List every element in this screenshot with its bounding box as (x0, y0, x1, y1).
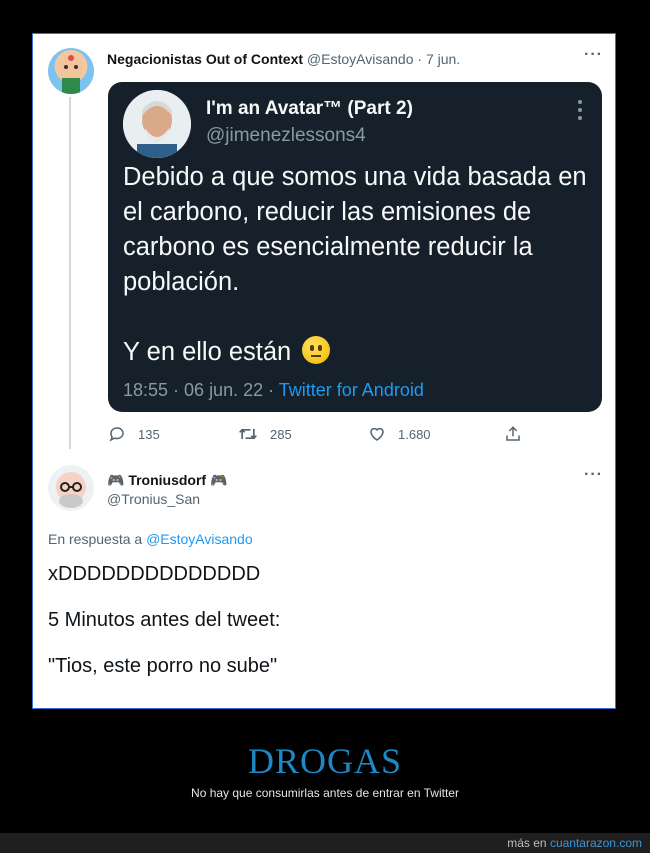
avatar[interactable] (48, 48, 94, 94)
reply-tweet-text: xDDDDDDDDDDDDDD 5 Minutos antes del twee… (48, 562, 280, 700)
tweet-header: Negacionistas Out of Context @EstoyAvisa… (107, 51, 460, 67)
quoted-tweet-card[interactable]: I'm an Avatar™ (Part 2) @jimenezlessons4… (108, 82, 602, 412)
separator: · (417, 51, 423, 67)
tweet-actions: 135 285 1.680 (108, 425, 608, 445)
like-button[interactable]: 1.680 (368, 425, 431, 443)
display-name[interactable]: 🎮 Troniusdorf 🎮 (107, 472, 227, 489)
reply-context: En respuesta a @EstoyAvisando (48, 531, 253, 547)
share-icon (506, 426, 520, 441)
retweet-button[interactable]: 285 (238, 425, 292, 443)
reply-count: 135 (138, 426, 160, 442)
more-icon[interactable]: ··· (584, 466, 603, 484)
screenshot-frame: Negacionistas Out of Context @EstoyAvisa… (32, 33, 616, 709)
tweet-line: xDDDDDDDDDDDDDD (48, 563, 261, 585)
display-name[interactable]: Negacionistas Out of Context (107, 51, 303, 67)
quoted-paragraph: Debido a que somos una vida basada en el… (123, 163, 587, 296)
caption-subtitle: No hay que consumirlas antes de entrar e… (191, 786, 459, 800)
neutral-face-emoji-icon (302, 336, 331, 364)
retweet-icon (239, 428, 257, 440)
avatar-illustration (56, 472, 86, 508)
site-link[interactable]: cuantarazon.com (550, 836, 642, 850)
more-icon[interactable]: ··· (584, 46, 603, 64)
footer-prefix: más en (507, 836, 550, 850)
quoted-avatar[interactable] (123, 90, 191, 158)
footer-text: más en cuantarazon.com (507, 836, 642, 850)
user-handle[interactable]: @EstoyAvisando (307, 51, 414, 67)
quoted-display-name[interactable]: I'm an Avatar™ (Part 2) (206, 98, 413, 120)
reply-handle-link[interactable]: @EstoyAvisando (146, 531, 253, 547)
user-handle[interactable]: @Tronius_San (107, 491, 200, 507)
reply-icon (109, 427, 124, 442)
quoted-paragraph-2: Y en ello están (123, 335, 593, 370)
kebab-menu-icon[interactable] (578, 100, 582, 124)
tweet-date[interactable]: 7 jun. (426, 51, 460, 67)
caption-title: DROGAS (247, 741, 403, 781)
quoted-avatar-illustration (123, 90, 191, 158)
quoted-paragraph-text: Y en ello están (123, 338, 292, 366)
like-count: 1.680 (398, 426, 431, 442)
tweet-line: 5 Minutos antes del tweet: (48, 609, 281, 631)
quoted-tweet-meta: 18:55 · 06 jun. 22 · Twitter for Android (123, 380, 424, 401)
quoted-user-handle[interactable]: @jimenezlessons4 (206, 125, 366, 147)
reply-prefix: En respuesta a (48, 531, 147, 547)
heart-icon (370, 427, 384, 441)
quoted-tweet-text: Debido a que somos una vida basada en el… (123, 160, 593, 370)
quoted-timestamp: 18:55 · 06 jun. 22 · (123, 380, 279, 400)
avatar-illustration (59, 55, 83, 94)
share-button[interactable] (504, 425, 522, 443)
source-link[interactable]: Twitter for Android (279, 380, 424, 400)
retweet-count: 285 (270, 426, 292, 442)
tweet-line: "Tios, este porro no sube" (48, 655, 278, 677)
avatar[interactable] (48, 465, 94, 511)
thread-line (69, 97, 71, 449)
footer-bar: más en cuantarazon.com (0, 833, 650, 853)
reply-button[interactable]: 135 (108, 425, 160, 443)
